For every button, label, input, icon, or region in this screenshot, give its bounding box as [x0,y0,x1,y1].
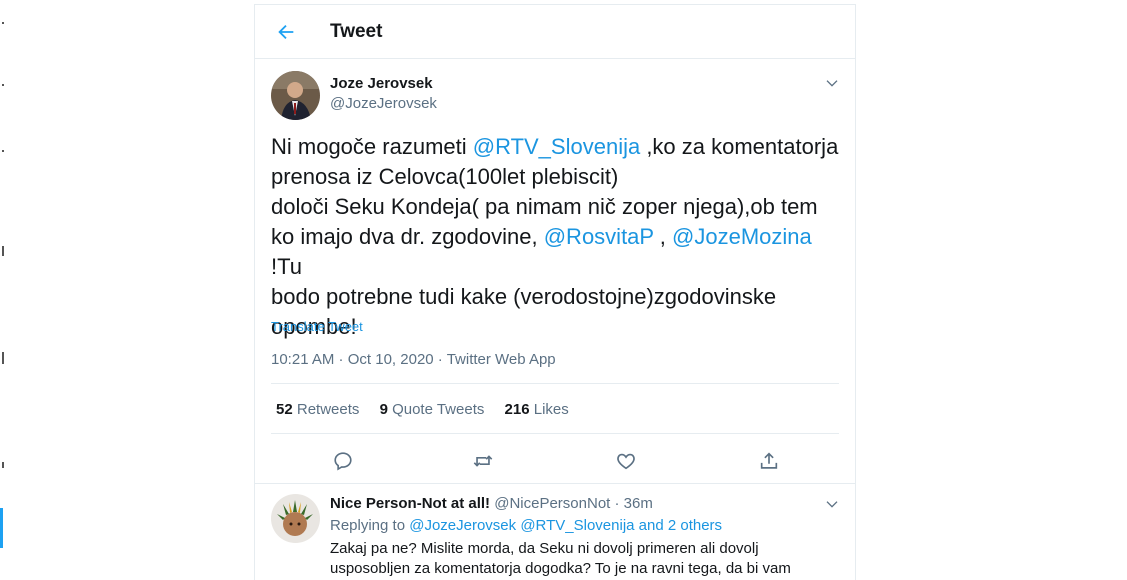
tweet-text-line: določi Seku Kondeja( pa nimam nič zoper … [271,194,818,219]
tweet-stats: 52 Retweets 9 Quote Tweets 216 Likes [276,401,585,418]
avatar[interactable] [271,494,320,543]
quote-tweets-label: Quote Tweets [392,401,485,418]
reply-text-line: Zakaj pa ne? Mislite morda, da Seku ni d… [330,540,759,557]
retweet-icon[interactable] [472,450,494,472]
tweet-text-line: bodo potrebne tudi kake (verodostojne)zg… [271,284,777,309]
like-icon[interactable] [615,450,637,472]
tweet-text-line: Ni mogoče razumeti @RTV_Slovenija ,ko za… [271,132,843,162]
retweets-stat[interactable]: 52 Retweets [276,401,359,418]
chevron-down-icon[interactable] [824,75,840,91]
left-edge-dot [2,84,4,86]
avatar[interactable] [271,71,320,120]
back-arrow-icon[interactable] [275,21,297,43]
left-edge-dot [2,246,4,256]
left-edge-dot [2,352,4,364]
tweet-text-segment: !Tu [271,254,302,279]
reply-text-line: usposobljen za komentatorja dogodka? To … [330,560,791,577]
retweets-count: 52 [276,401,293,418]
tweet-text-segment: ko imajo dva dr. zgodovine, [271,224,544,249]
left-edge-dot [2,462,4,468]
reply-author-handle[interactable]: @NicePersonNot [494,495,610,512]
reply-icon[interactable] [332,450,354,472]
tweet-detail-column: Tweet Joze Jerovsek @JozeJerovsek Ni mog… [254,4,856,580]
left-edge-accent [0,508,3,548]
chevron-down-icon[interactable] [824,496,840,512]
tweet-text: Ni mogoče razumeti @RTV_Slovenija ,ko za… [271,132,843,342]
replying-to: Replying to @JozeJerovsek @RTV_Slovenija… [330,516,722,536]
mention-link[interactable]: @JozeMozina [672,224,812,249]
tweet-date[interactable]: Oct 10, 2020 [348,351,434,368]
likes-label: Likes [533,401,569,418]
replying-to-label: Replying to [330,517,410,534]
tweet-text-line: ko imajo dva dr. zgodovine, @RosvitaP , … [271,222,843,282]
page-title: Tweet [330,21,383,42]
likes-count: 216 [504,401,530,418]
divider [271,383,839,384]
retweets-label: Retweets [296,401,360,418]
divider [271,433,839,434]
tweet-text-segment: ,ko za komentatorja [640,134,839,159]
tweet-text-segment: Ni mogoče razumeti [271,134,473,159]
share-icon[interactable] [758,450,780,472]
tweet-text-line: prenosa iz Celovca(100let plebiscit) [271,164,619,189]
left-edge-dot [2,22,4,24]
tweet-text-segment: , [653,224,673,249]
divider [255,483,855,484]
quote-tweets-count: 9 [379,401,388,418]
mention-link[interactable]: @RosvitaP [544,224,654,249]
reply-time[interactable]: 36m [624,495,653,512]
reply-author-name[interactable]: Nice Person-Not at all! [330,495,490,512]
tweet-source[interactable]: Twitter Web App [447,351,556,368]
tweet-time[interactable]: 10:21 AM [271,351,334,368]
author-name[interactable]: Joze Jerovsek [330,75,433,92]
translate-tweet-link[interactable]: Translate Tweet [271,319,363,334]
likes-stat[interactable]: 216 Likes [505,401,569,418]
author-handle[interactable]: @JozeJerovsek [330,95,437,112]
tweet-metadata: 10:21 AM · Oct 10, 2020 · Twitter Web Ap… [271,351,556,368]
reply-header: Nice Person-Not at all! @NicePersonNot ·… [330,494,653,514]
meta-separator: · [334,351,348,368]
quote-tweets-stat[interactable]: 9 Quote Tweets [380,401,485,418]
mention-link[interactable]: @RTV_Slovenija [473,134,640,159]
replying-to-targets[interactable]: @JozeJerovsek @RTV_Slovenija and 2 other… [409,517,722,534]
reply-text: Zakaj pa ne? Mislite morda, da Seku ni d… [330,539,820,579]
left-edge-dot [2,150,4,152]
meta-separator: · [610,495,624,512]
page-header: Tweet [255,5,855,59]
meta-separator: · [433,351,447,368]
